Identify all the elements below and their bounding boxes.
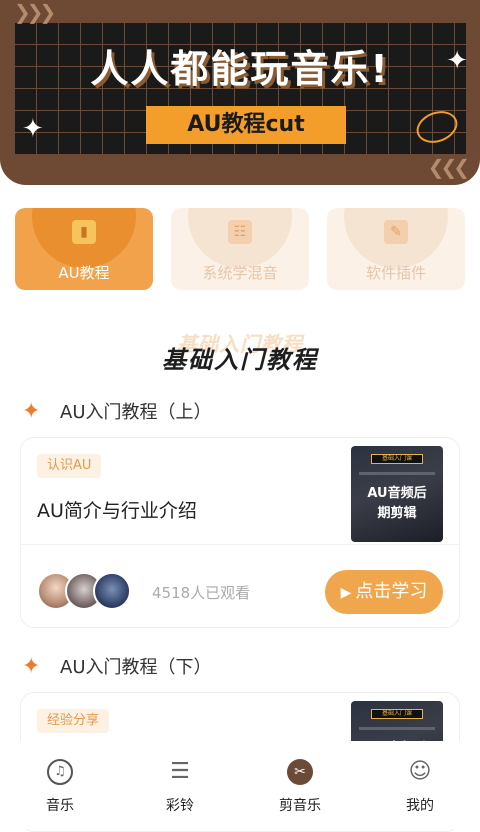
course-title: AU简介与行业介绍 bbox=[37, 500, 197, 522]
waveform-icon: ☰ bbox=[170, 759, 190, 784]
banner-headline: 人人都能玩音乐! bbox=[90, 47, 390, 91]
nav-label: 剪音乐 bbox=[279, 798, 321, 814]
button-label: 点击学习 bbox=[355, 581, 428, 602]
user-icon: ☺ bbox=[408, 759, 432, 784]
section-title: 基础入门教程 bbox=[162, 346, 318, 374]
course-tag: 经验分享 bbox=[37, 709, 110, 733]
category-tabs: ▮ AU教程 ☷ 系统学混音 ✎ 软件插件 bbox=[15, 208, 465, 290]
tab-label: 软件插件 bbox=[365, 264, 426, 282]
chevrons-decoration: ❯❯❯ bbox=[14, 0, 56, 24]
thumbnail-text: 期剪辑 bbox=[377, 506, 417, 521]
thumbnail-tag: 基础入门课 bbox=[371, 454, 423, 464]
tab-au-tutorial[interactable]: ▮ AU教程 bbox=[15, 208, 153, 290]
sparkle-icon: ✦ bbox=[446, 46, 468, 76]
viewer-avatars bbox=[37, 572, 147, 612]
course-tag: 认识AU bbox=[37, 454, 102, 478]
bottom-navigation: ♫ 音乐 ☰ 彩铃 ✂ 剪音乐 ☺ 我的 bbox=[0, 741, 480, 829]
banner-subtitle: AU教程cut bbox=[146, 106, 346, 144]
chevrons-decoration: ❮❮❮ bbox=[427, 155, 470, 179]
nav-label: 我的 bbox=[406, 798, 434, 814]
course-card[interactable]: 认识AU AU简介与行业介绍 基础入门课 AU音频后 期剪辑 4518人已观看 … bbox=[20, 437, 460, 628]
list-header: ✦ AU入门教程（上） bbox=[22, 397, 212, 425]
music-disc-icon: ♫ bbox=[47, 759, 73, 785]
mixer-icon: ☷ bbox=[228, 220, 252, 244]
tab-label: 系统学混音 bbox=[202, 264, 278, 282]
card-divider bbox=[21, 544, 459, 545]
star-icon: ✦ bbox=[22, 398, 41, 424]
tab-label: AU教程 bbox=[58, 264, 110, 282]
nav-item-cut-music[interactable]: ✂ 剪音乐 bbox=[240, 741, 360, 829]
thumbnail-tag: 基础入门课 bbox=[371, 709, 423, 719]
tab-plugins[interactable]: ✎ 软件插件 bbox=[327, 208, 465, 290]
scissors-icon: ✂ bbox=[287, 759, 313, 785]
course-thumbnail[interactable]: 基础入门课 AU音频后 期剪辑 bbox=[351, 446, 443, 542]
nav-item-music[interactable]: ♫ 音乐 bbox=[0, 741, 120, 829]
play-icon: ▶ bbox=[340, 585, 352, 601]
thumbnail-text: AU音频后 bbox=[367, 486, 427, 501]
star-icon: ✦ bbox=[22, 653, 41, 679]
list-header-title: AU入门教程（上） bbox=[60, 402, 212, 423]
nav-label: 彩铃 bbox=[166, 798, 194, 814]
view-count: 4518人已观看 bbox=[152, 584, 251, 602]
list-header: ✦ AU入门教程（下） bbox=[22, 652, 212, 680]
thumbnail-line bbox=[359, 727, 435, 730]
book-icon: ▮ bbox=[72, 220, 96, 244]
start-learning-button[interactable]: ▶ 点击学习 bbox=[325, 570, 443, 614]
nav-label: 音乐 bbox=[46, 798, 74, 814]
nav-item-profile[interactable]: ☺ 我的 bbox=[360, 741, 480, 829]
hero-banner[interactable]: ❯❯❯ ❮❮❮ 人人都能玩音乐! AU教程cut ✦ ✦ bbox=[0, 0, 480, 185]
list-header-title: AU入门教程（下） bbox=[60, 657, 212, 678]
nav-item-ringtone[interactable]: ☰ 彩铃 bbox=[120, 741, 240, 829]
sparkle-icon: ✦ bbox=[22, 114, 44, 144]
tab-mixing[interactable]: ☷ 系统学混音 bbox=[171, 208, 309, 290]
plugin-icon: ✎ bbox=[384, 220, 408, 244]
thumbnail-line bbox=[359, 472, 435, 475]
avatar bbox=[93, 572, 131, 610]
